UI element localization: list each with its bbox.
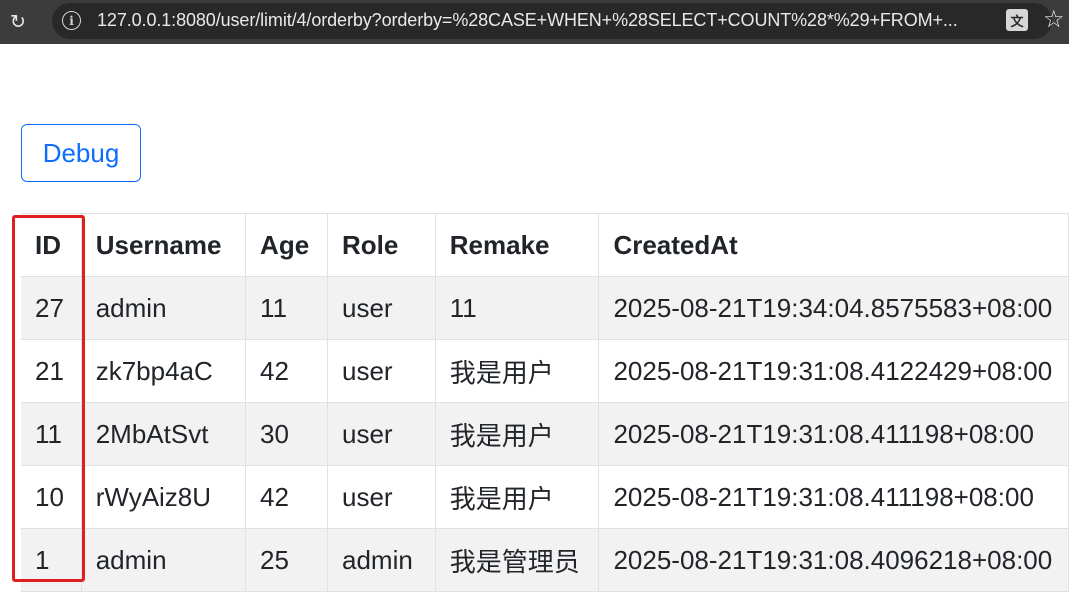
header-id: ID: [21, 213, 82, 277]
cell-remake: 我是用户: [435, 402, 600, 466]
cell-age: 42: [245, 339, 328, 403]
translate-icon[interactable]: 文: [1006, 9, 1028, 31]
debug-button[interactable]: Debug: [21, 124, 141, 182]
table-row: 10 rWyAiz8U 42 user 我是用户 2025-08-21T19:3…: [21, 465, 1069, 529]
cell-age: 42: [245, 465, 328, 529]
header-createdat: CreatedAt: [598, 213, 1069, 277]
bookmark-star-icon[interactable]: ☆: [1043, 5, 1065, 34]
browser-toolbar: ↻ i 127.0.0.1:8080/user/limit/4/orderby?…: [0, 0, 1069, 44]
cell-remake: 我是用户: [435, 465, 600, 529]
cell-id: 21: [21, 339, 82, 403]
cell-role: user: [327, 402, 436, 466]
reload-icon[interactable]: ↻: [4, 8, 32, 36]
cell-role: user: [327, 339, 436, 403]
cell-username: admin: [81, 528, 247, 592]
cell-remake: 我是用户: [435, 339, 600, 403]
users-table: ID Username Age Role Remake CreatedAt 27…: [21, 213, 1069, 592]
cell-createdat: 2025-08-21T19:31:08.4096218+08:00: [598, 528, 1069, 592]
cell-age: 30: [245, 402, 328, 466]
table-header-row: ID Username Age Role Remake CreatedAt: [21, 213, 1069, 277]
header-remake: Remake: [435, 213, 600, 277]
cell-username: rWyAiz8U: [81, 465, 247, 529]
cell-remake: 11: [435, 276, 600, 340]
cell-id: 11: [21, 402, 82, 466]
table-row: 1 admin 25 admin 我是管理员 2025-08-21T19:31:…: [21, 528, 1069, 592]
cell-role: user: [327, 276, 436, 340]
cell-id: 10: [21, 465, 82, 529]
cell-createdat: 2025-08-21T19:31:08.4122429+08:00: [598, 339, 1069, 403]
cell-id: 27: [21, 276, 82, 340]
cell-age: 11: [245, 276, 328, 340]
header-role: Role: [327, 213, 436, 277]
cell-username: 2MbAtSvt: [81, 402, 247, 466]
cell-username: zk7bp4aC: [81, 339, 247, 403]
cell-createdat: 2025-08-21T19:31:08.411198+08:00: [598, 465, 1069, 529]
header-age: Age: [245, 213, 328, 277]
url-text[interactable]: 127.0.0.1:8080/user/limit/4/orderby?orde…: [97, 10, 997, 31]
table-row: 27 admin 11 user 11 2025-08-21T19:34:04.…: [21, 276, 1069, 340]
cell-createdat: 2025-08-21T19:34:04.8575583+08:00: [598, 276, 1069, 340]
cell-age: 25: [245, 528, 328, 592]
header-username: Username: [81, 213, 247, 277]
cell-role: admin: [327, 528, 436, 592]
cell-id: 1: [21, 528, 82, 592]
cell-createdat: 2025-08-21T19:31:08.411198+08:00: [598, 402, 1069, 466]
address-bar[interactable]: i 127.0.0.1:8080/user/limit/4/orderby?or…: [52, 3, 1052, 39]
table-row: 11 2MbAtSvt 30 user 我是用户 2025-08-21T19:3…: [21, 402, 1069, 466]
cell-username: admin: [81, 276, 247, 340]
info-icon[interactable]: i: [62, 11, 81, 30]
cell-remake: 我是管理员: [435, 528, 600, 592]
cell-role: user: [327, 465, 436, 529]
table-row: 21 zk7bp4aC 42 user 我是用户 2025-08-21T19:3…: [21, 339, 1069, 403]
